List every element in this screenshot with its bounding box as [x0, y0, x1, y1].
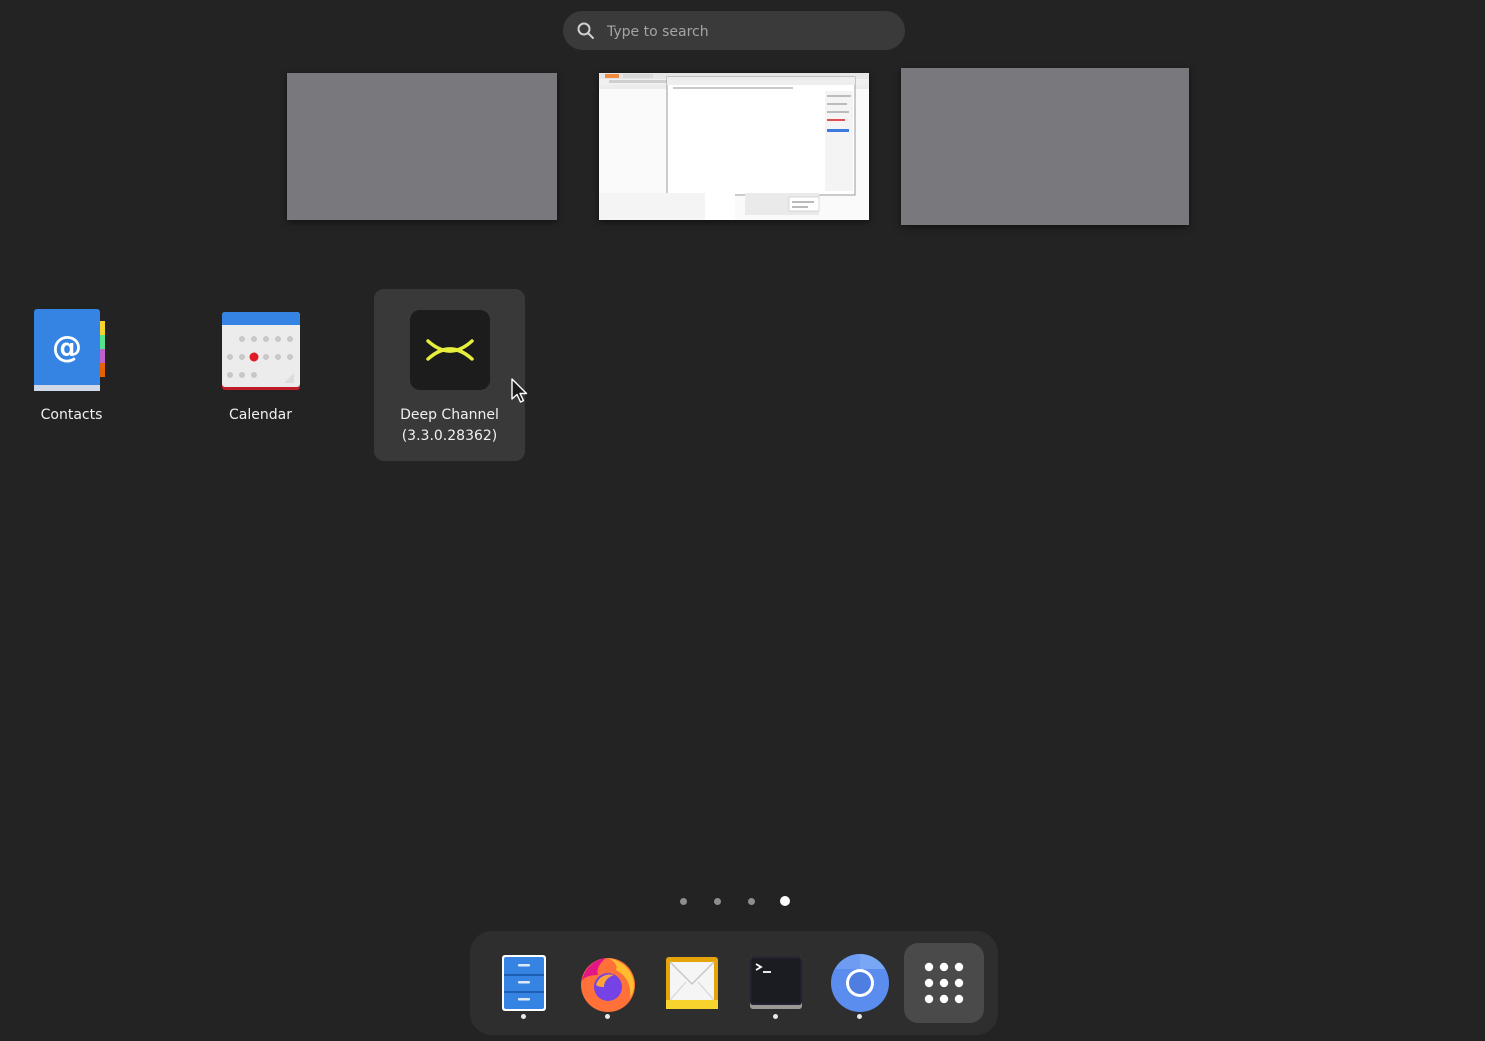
- app-label-deep-channel-line2: (3.3.0.28362): [401, 428, 498, 444]
- app-calendar[interactable]: Calendar: [185, 289, 336, 461]
- contacts-icon: @: [34, 309, 105, 391]
- running-indicator: [521, 1014, 526, 1019]
- running-indicator: [773, 1014, 778, 1019]
- search-input[interactable]: [605, 11, 889, 52]
- show-apps-button[interactable]: [904, 943, 984, 1023]
- deep-channel-icon: [410, 310, 490, 390]
- mouse-cursor-icon: [511, 378, 528, 403]
- app-deep-channel[interactable]: Deep Channel (3.3.0.28362): [374, 289, 525, 461]
- page-dot-2[interactable]: [714, 898, 721, 905]
- running-indicator: [857, 1014, 862, 1019]
- page-indicator: [0, 896, 1485, 908]
- search-bar[interactable]: [563, 11, 905, 52]
- chromium-icon: [831, 954, 889, 1012]
- firefox-icon: [581, 958, 635, 1012]
- svg-text:@: @: [52, 330, 82, 365]
- app-label-contacts: Contacts: [40, 407, 103, 423]
- app-label-deep-channel: Deep Channel (3.3.0.28362): [374, 405, 525, 447]
- terminal-icon: [750, 957, 802, 1009]
- running-indicator: [605, 1014, 610, 1019]
- dock-item-chromium[interactable]: [820, 943, 900, 1023]
- page-dot-4[interactable]: [780, 896, 790, 906]
- workspace-thumbnail-1[interactable]: [287, 73, 557, 220]
- dock-item-files[interactable]: [484, 943, 564, 1023]
- search-icon: [577, 22, 594, 39]
- dock: [470, 931, 998, 1035]
- app-label-deep-channel-line1: Deep Channel: [400, 407, 499, 423]
- files-icon: [502, 955, 546, 1011]
- workspace-thumbnail-3[interactable]: [901, 68, 1189, 225]
- dock-item-mail[interactable]: [652, 943, 732, 1023]
- app-label-calendar: Calendar: [229, 407, 292, 423]
- dock-item-firefox[interactable]: [568, 943, 648, 1023]
- page-dot-1[interactable]: [680, 898, 687, 905]
- workspace-thumbnail-2[interactable]: [599, 73, 869, 220]
- browser-window-preview: [599, 73, 869, 220]
- mail-icon: [666, 957, 718, 1009]
- app-grid-icon: [924, 962, 964, 1004]
- dock-item-terminal[interactable]: [736, 943, 816, 1023]
- calendar-icon: [222, 312, 300, 390]
- app-contacts[interactable]: @ Contacts: [0, 289, 147, 461]
- page-dot-3[interactable]: [748, 898, 755, 905]
